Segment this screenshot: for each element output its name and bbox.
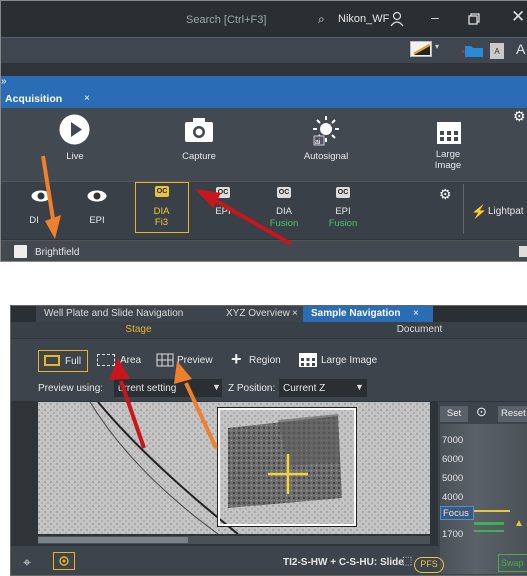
orange-arrow (41, 155, 61, 239)
nav-annotation-arrows (109, 358, 218, 449)
annotation-arrows (41, 155, 292, 246)
red-arrow (195, 189, 292, 246)
expand-chevron[interactable]: » (1, 76, 7, 87)
orange-arrow (174, 361, 218, 449)
acquisition-window: Search [Ctrl+F3] ⌕ Nikon_WF – ✕ ▾ A A » … (0, 0, 527, 262)
navigation-window: Well Plate and Slide Navigation × XYZ Ov… (10, 305, 527, 576)
red-arrow (109, 358, 146, 449)
